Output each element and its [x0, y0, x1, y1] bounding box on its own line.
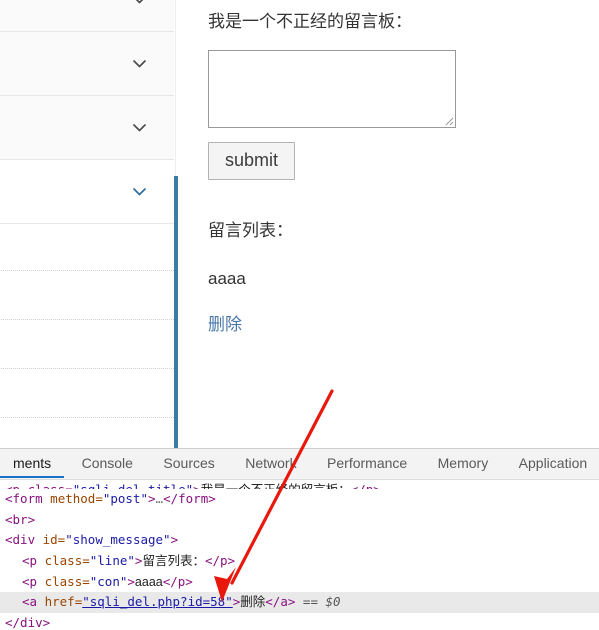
dom-row4-val: "line": [89, 553, 135, 569]
dom-row3-lt: <: [5, 532, 13, 548]
dom-row-title-clipped[interactable]: <p class="sqli_del_title">我是一个不正经的留言板：</…: [0, 480, 599, 489]
sidebar-group-0[interactable]: [0, 0, 174, 32]
dom-row2-tag: br: [12, 511, 28, 527]
dom-row0-open: <p class=: [5, 482, 73, 489]
dom-row6-selected-marker: == $0: [295, 594, 341, 610]
dom-row-div-close[interactable]: </div>: [0, 613, 599, 630]
dom-row6-attr: href=: [37, 594, 83, 610]
dom-row0-gt: >: [193, 482, 201, 489]
delete-message-link[interactable]: 删除: [208, 314, 242, 336]
chevron-down-icon[interactable]: [131, 183, 148, 200]
message-board-content: 我是一个不正经的留言板： submit 留言列表： aaaa 删除: [208, 0, 599, 336]
dom-row3-attr: id=: [35, 532, 66, 548]
dom-row1-close: </form>: [163, 491, 216, 506]
dom-row4-close: </p>: [204, 553, 236, 569]
tab-elements[interactable]: ments: [0, 449, 65, 478]
chevron-down-icon[interactable]: [131, 119, 148, 136]
dom-row5-tag: p: [29, 573, 38, 589]
dom-row0-class: "sqli_del_title": [73, 482, 193, 489]
tab-sources[interactable]: Sources: [150, 449, 227, 478]
devtools-tabbar: ments Console Sources Network Performanc…: [0, 449, 599, 480]
devtools-panel: ments Console Sources Network Performanc…: [0, 448, 599, 630]
dom-row6-text: 删除: [240, 595, 266, 610]
sidebar-item-sqli-post[interactable]: 注入(post): [0, 270, 174, 320]
dom-row2-gt: >: [27, 511, 36, 527]
dom-row1-ellipsis[interactable]: …: [156, 491, 164, 506]
dom-row5-lt: <: [22, 573, 30, 589]
dom-row-form[interactable]: <form method="post">…</form>: [0, 489, 599, 510]
message-list-title: 留言列表：: [208, 221, 293, 240]
sidebar-item-sqli[interactable]: 注入: [0, 369, 174, 418]
dom-row5-close: </p>: [162, 573, 193, 589]
dom-row-p-line[interactable]: <p class="line">留言列表：</p>: [0, 551, 599, 572]
sidebar-item-sqli-get[interactable]: 注入(get): [0, 320, 174, 369]
sidebar-accent-divider: [174, 176, 178, 448]
resize-grip-icon[interactable]: [441, 113, 454, 126]
tab-application[interactable]: Application: [506, 449, 599, 478]
chevron-down-icon[interactable]: [131, 55, 148, 72]
tab-memory[interactable]: Memory: [425, 449, 502, 478]
browser-page-viewport: e Scripting ct 注入(post) 注入(get) 注入 我是一个不…: [0, 0, 599, 448]
dom-row3-val: "show_message": [65, 532, 171, 548]
dom-row1-gt: >: [148, 491, 156, 506]
sidebar-group-1[interactable]: e Scripting: [0, 32, 174, 96]
dom-row-anchor-selected[interactable]: <a href="sqli_del.php?id=58">删除</a> == $…: [0, 592, 599, 614]
dom-row1-val: "post": [102, 491, 149, 506]
dom-row7-close: </div>: [5, 615, 51, 630]
dom-row6-href-underline[interactable]: "sqli_del.php?id=58": [82, 594, 233, 609]
dom-row5-val: "con": [89, 573, 128, 589]
dom-row4-text: 留言列表：: [142, 554, 205, 569]
dom-row5-text: aaaa: [134, 574, 163, 589]
chevron-down-icon[interactable]: [131, 0, 148, 8]
dom-row6-lt: <: [22, 594, 30, 610]
dom-row-div-show-message[interactable]: <div id="show_message">: [0, 530, 599, 551]
devtools-dom-tree: <p class="sqli_del_title">我是一个不正经的留言板：</…: [0, 480, 599, 630]
tab-performance[interactable]: Performance: [314, 449, 420, 478]
dom-row6-close: </a>: [265, 594, 296, 610]
dom-row3-gt: >: [170, 532, 179, 548]
dom-row3-tag: div: [12, 532, 36, 548]
submit-button[interactable]: submit: [208, 142, 296, 180]
dom-row4-lt: <: [22, 553, 30, 569]
dom-row1-lt: <: [5, 491, 13, 506]
message-textarea[interactable]: [208, 50, 456, 128]
sidebar-group-3[interactable]: ct: [0, 160, 174, 224]
sidebar: e Scripting ct 注入(post) 注入(get) 注入: [0, 0, 174, 418]
dom-row-br[interactable]: <br>: [0, 510, 599, 531]
tab-console[interactable]: Console: [69, 449, 146, 478]
dom-row1-attr: method=: [42, 491, 103, 506]
dom-row-p-con[interactable]: <p class="con">aaaa</p>: [0, 572, 599, 593]
dom-row2-lt: <: [5, 511, 13, 527]
sidebar-group-2[interactable]: [0, 96, 174, 160]
dom-row4-attr: class=: [37, 553, 90, 569]
dom-row4-tag: p: [29, 553, 38, 569]
message-list-entry: aaaa: [208, 269, 246, 288]
dom-row5-gt: >: [127, 573, 135, 589]
dom-row0-close: </p>: [351, 482, 381, 489]
board-title: 我是一个不正经的留言板：: [208, 12, 412, 31]
dom-row6-val[interactable]: "sqli_del.php?id=58": [82, 594, 233, 609]
sidebar-divider-light: [175, 0, 176, 176]
dom-row6-tag: a: [29, 594, 38, 610]
dom-row5-attr: class=: [37, 573, 90, 589]
dom-row1-tag: form: [12, 491, 43, 506]
tab-network[interactable]: Network: [232, 449, 309, 478]
